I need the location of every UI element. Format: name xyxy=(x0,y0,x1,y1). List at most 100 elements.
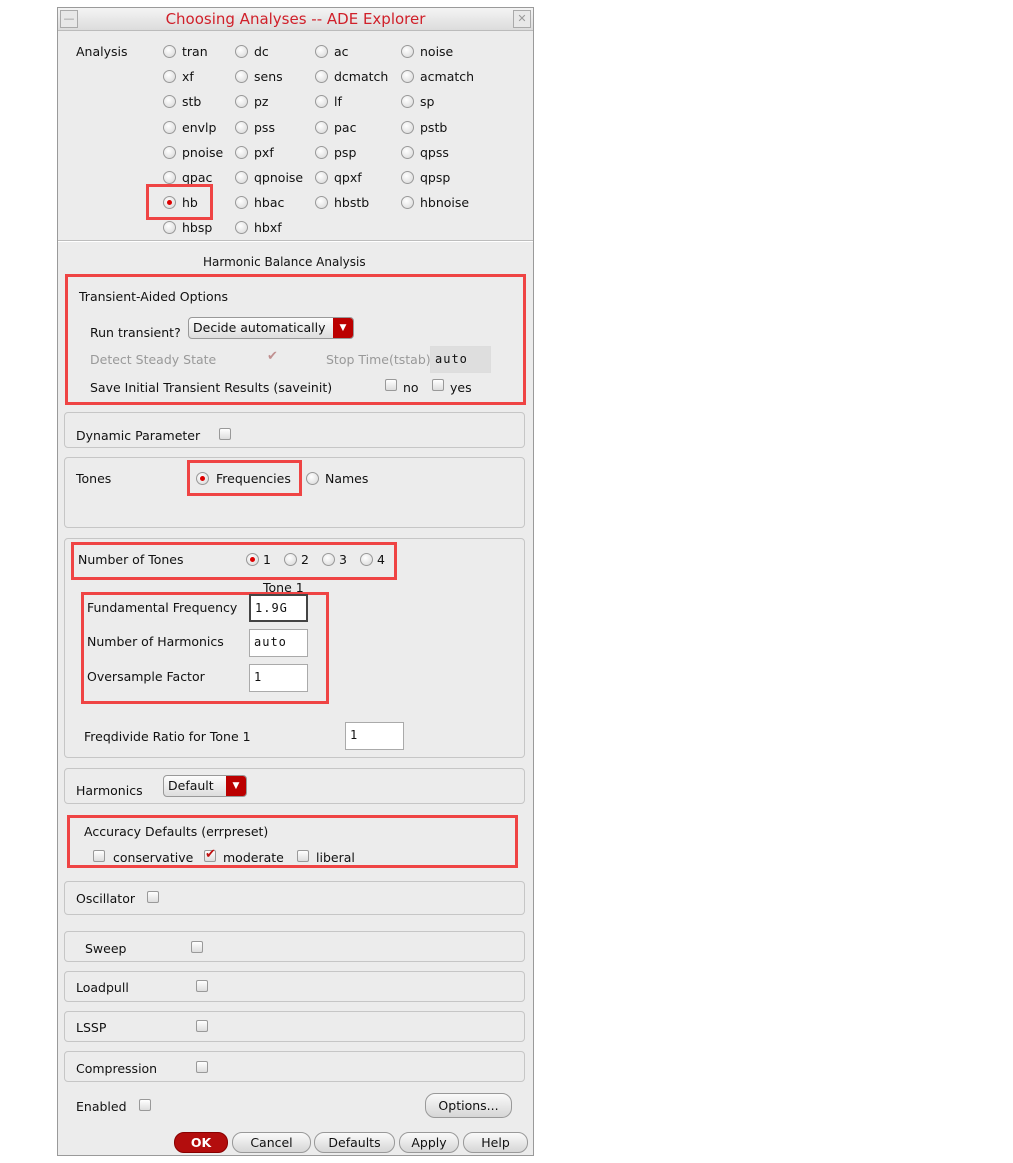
analysis-radio-hbxf[interactable] xyxy=(235,221,248,234)
analysis-radio-envlp[interactable] xyxy=(163,121,176,134)
saveinit-yes-checkbox[interactable] xyxy=(432,379,444,391)
analysis-radio-psp[interactable] xyxy=(315,146,328,159)
accuracy-moderate-checkbox[interactable] xyxy=(204,847,216,862)
saveinit-no-checkbox[interactable] xyxy=(385,379,397,391)
analysis-radio-qpss[interactable] xyxy=(401,146,414,159)
number-of-tones-option-label: 1 xyxy=(263,552,271,567)
analysis-radio-dcmatch[interactable] xyxy=(315,70,328,83)
analysis-option-label: envlp xyxy=(182,120,217,135)
analysis-option-label: hbstb xyxy=(334,195,370,210)
analysis-radio-pac[interactable] xyxy=(315,121,328,134)
analysis-radio-sp[interactable] xyxy=(401,95,414,108)
number-of-tones-radio-4[interactable] xyxy=(360,553,373,566)
analysis-radio-pnoise[interactable] xyxy=(163,146,176,159)
analysis-radio-ac[interactable] xyxy=(315,45,328,58)
tones-names-label: Names xyxy=(325,471,369,486)
analysis-option-label: qpac xyxy=(182,170,213,185)
enabled-checkbox[interactable] xyxy=(139,1099,151,1111)
accuracy-conservative-checkbox[interactable] xyxy=(93,850,105,862)
defaults-button[interactable]: Defaults xyxy=(314,1132,395,1153)
transient-title: Transient-Aided Options xyxy=(79,289,229,304)
analysis-radio-lf[interactable] xyxy=(315,95,328,108)
chevron-down-icon: ▼ xyxy=(226,776,246,796)
oscillator-label: Oscillator xyxy=(76,891,135,906)
analysis-radio-xf[interactable] xyxy=(163,70,176,83)
minimize-icon[interactable]: — xyxy=(60,10,78,28)
analysis-radio-noise[interactable] xyxy=(401,45,414,58)
number-of-tones-option-label: 2 xyxy=(301,552,309,567)
analysis-option-label: pxf xyxy=(254,145,274,160)
analysis-option-label: pnoise xyxy=(182,145,224,160)
analysis-option-label: dcmatch xyxy=(334,69,389,84)
analysis-label: Analysis xyxy=(76,44,128,59)
loadpull-checkbox[interactable] xyxy=(196,980,208,992)
lssp-checkbox[interactable] xyxy=(196,1020,208,1032)
analysis-radio-pstb[interactable] xyxy=(401,121,414,134)
saveinit-label: Save Initial Transient Results (saveinit… xyxy=(90,380,333,395)
choosing-analyses-dialog: Choosing Analyses -- ADE Explorer — ✕ An… xyxy=(57,7,534,1156)
analysis-radio-qpxf[interactable] xyxy=(315,171,328,184)
analysis-radio-dc[interactable] xyxy=(235,45,248,58)
compression-checkbox[interactable] xyxy=(196,1061,208,1073)
run-transient-label: Run transient? xyxy=(90,325,181,340)
harmonics-dropdown[interactable]: Default ▼ xyxy=(163,775,247,797)
analysis-option-label: hbxf xyxy=(254,220,282,235)
analysis-radio-hbstb[interactable] xyxy=(315,196,328,209)
accuracy-liberal-label: liberal xyxy=(316,850,355,865)
number-of-tones-label: Number of Tones xyxy=(78,552,184,567)
accuracy-liberal-checkbox[interactable] xyxy=(297,850,309,862)
apply-button[interactable]: Apply xyxy=(399,1132,459,1153)
fundamental-frequency-input[interactable]: 1.9G xyxy=(249,594,308,622)
analysis-radio-hbnoise[interactable] xyxy=(401,196,414,209)
sweep-checkbox[interactable] xyxy=(191,941,203,953)
number-of-tones-option-label: 3 xyxy=(339,552,347,567)
analysis-option-label: hbnoise xyxy=(420,195,470,210)
number-of-harmonics-input[interactable]: auto xyxy=(249,629,308,657)
saveinit-yes-label: yes xyxy=(450,380,472,395)
options-button[interactable]: Options... xyxy=(425,1093,512,1118)
number-of-tones-radio-2[interactable] xyxy=(284,553,297,566)
analysis-radio-pz[interactable] xyxy=(235,95,248,108)
tones-names-radio[interactable] xyxy=(306,472,319,485)
chevron-down-icon: ▼ xyxy=(333,318,353,338)
analysis-option-label: qpnoise xyxy=(254,170,304,185)
cancel-button[interactable]: Cancel xyxy=(232,1132,311,1153)
help-button[interactable]: Help xyxy=(463,1132,528,1153)
analysis-radio-qpnoise[interactable] xyxy=(235,171,248,184)
analysis-option-label: pac xyxy=(334,120,357,135)
analysis-radio-hbsp[interactable] xyxy=(163,221,176,234)
freqdivide-ratio-input[interactable]: 1 xyxy=(345,722,404,750)
analysis-option-label: pz xyxy=(254,94,269,109)
analysis-option-label: lf xyxy=(334,94,342,109)
analysis-radio-pxf[interactable] xyxy=(235,146,248,159)
analysis-radio-acmatch[interactable] xyxy=(401,70,414,83)
analysis-radio-hbac[interactable] xyxy=(235,196,248,209)
analysis-radio-sens[interactable] xyxy=(235,70,248,83)
analysis-radio-tran[interactable] xyxy=(163,45,176,58)
analysis-option-label: sp xyxy=(420,94,435,109)
dynamic-parameter-checkbox[interactable] xyxy=(219,428,231,440)
ok-button[interactable]: OK xyxy=(174,1132,228,1153)
oversample-factor-input[interactable]: 1 xyxy=(249,664,308,692)
analysis-radio-pss[interactable] xyxy=(235,121,248,134)
analysis-radio-qpac[interactable] xyxy=(163,171,176,184)
number-of-tones-radio-1[interactable] xyxy=(246,553,259,566)
window-title: Choosing Analyses -- ADE Explorer xyxy=(165,10,426,28)
analysis-radio-stb[interactable] xyxy=(163,95,176,108)
analysis-option-label: ac xyxy=(334,44,349,59)
lssp-panel xyxy=(64,1011,525,1042)
loadpull-label: Loadpull xyxy=(76,980,129,995)
number-of-tones-radio-3[interactable] xyxy=(322,553,335,566)
loadpull-panel xyxy=(64,971,525,1002)
run-transient-dropdown[interactable]: Decide automatically ▼ xyxy=(188,317,354,339)
close-icon[interactable]: ✕ xyxy=(513,10,531,28)
analysis-radio-qpsp[interactable] xyxy=(401,171,414,184)
run-transient-value: Decide automatically xyxy=(193,320,326,335)
tones-frequencies-radio[interactable] xyxy=(196,472,209,485)
divider xyxy=(58,240,533,242)
detect-steady-state-checkbox xyxy=(266,349,278,364)
oscillator-checkbox[interactable] xyxy=(147,891,159,903)
tones-label: Tones xyxy=(76,471,112,486)
stop-time-field: auto xyxy=(430,346,491,373)
analysis-option-label: dc xyxy=(254,44,269,59)
